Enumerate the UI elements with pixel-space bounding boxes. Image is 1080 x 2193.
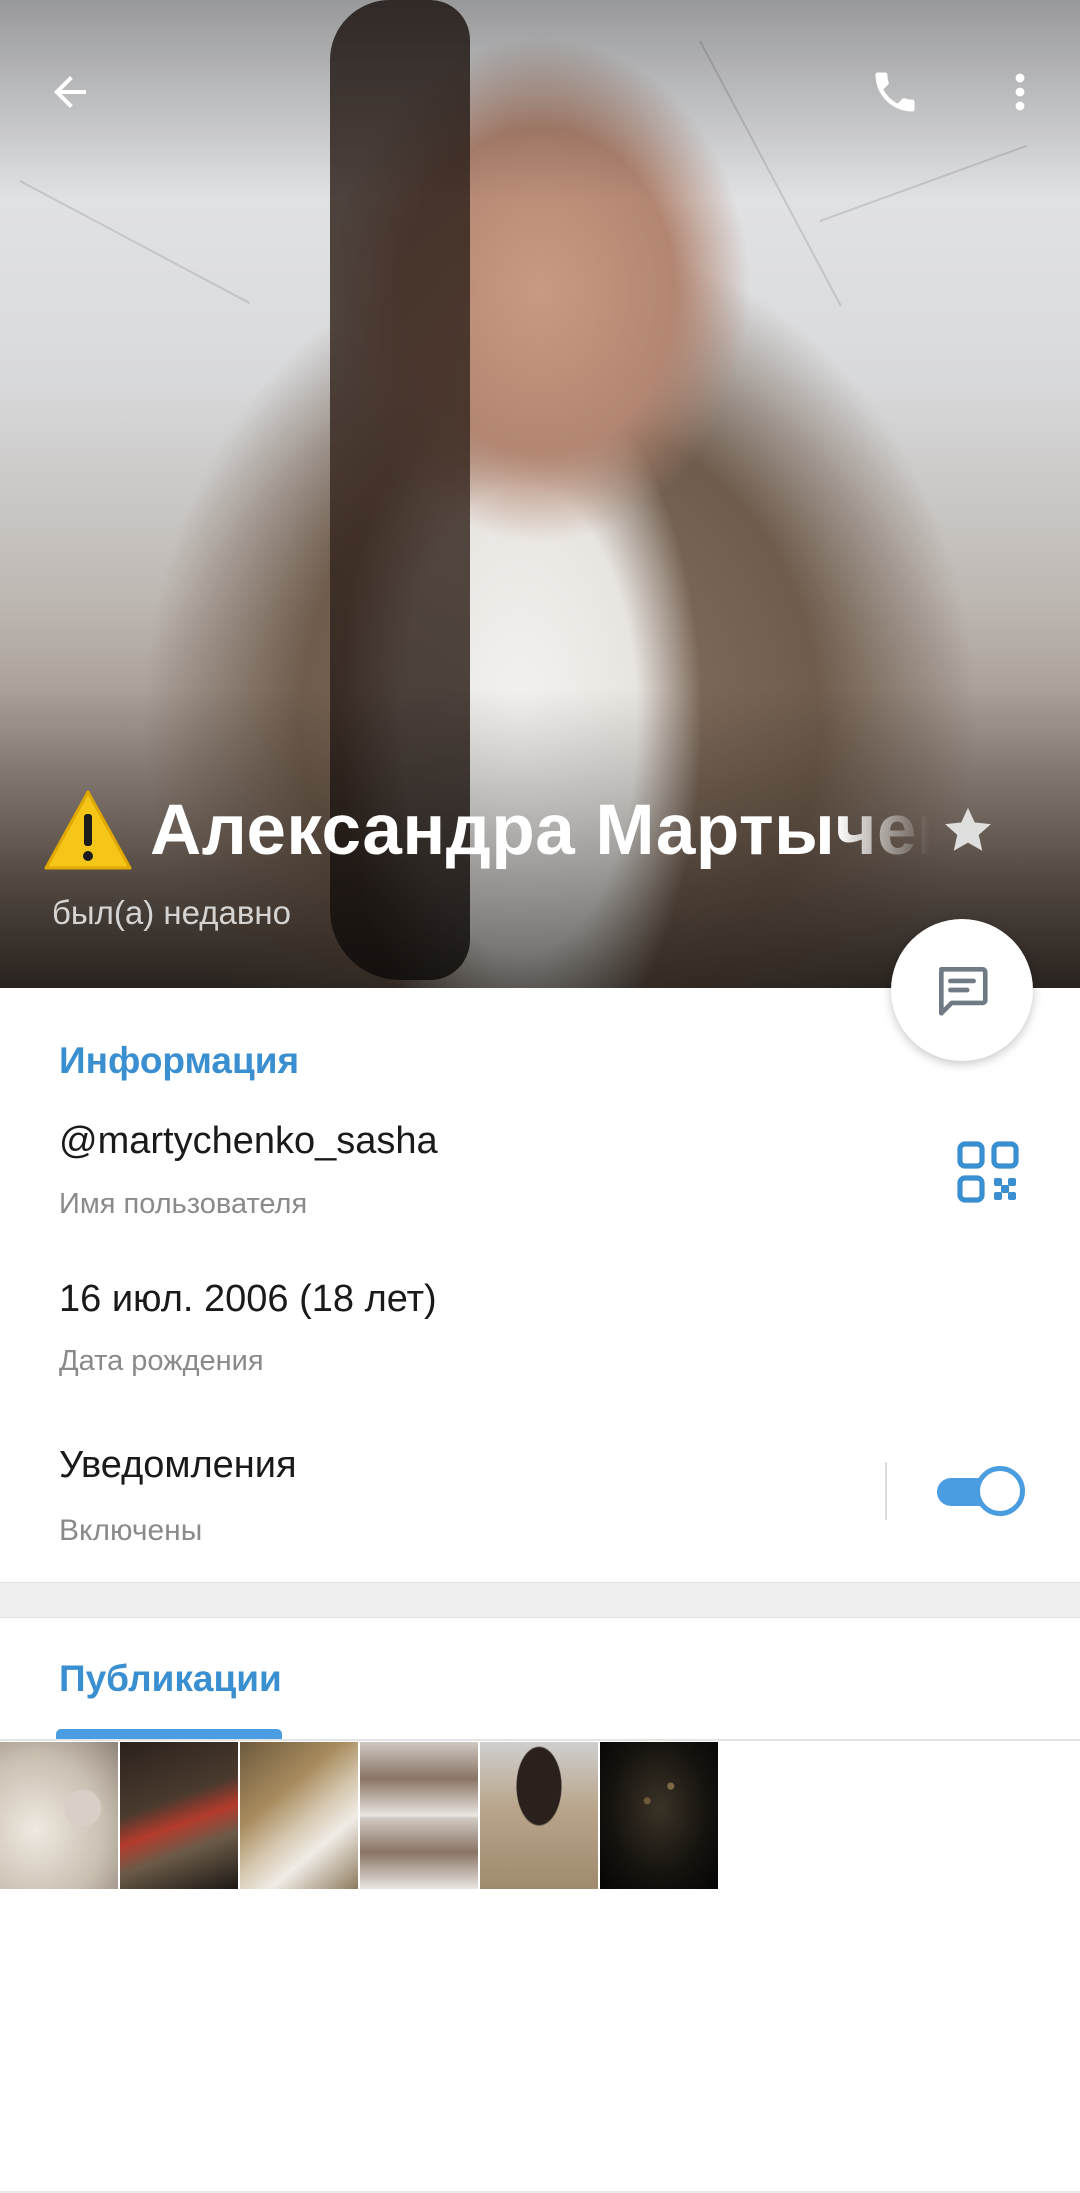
- qr-code-button[interactable]: [956, 1140, 1020, 1204]
- last-seen-status: был(а) недавно: [52, 894, 291, 931]
- tab-indicator: [56, 1729, 282, 1739]
- notifications-label[interactable]: Уведомления: [59, 1444, 297, 1487]
- username-value[interactable]: @martychenko_sasha: [59, 1120, 438, 1163]
- warning-icon: [44, 790, 132, 870]
- username-label: Имя пользователя: [59, 1188, 308, 1220]
- profile-name-row: Александра Мартыченко: [44, 780, 1024, 880]
- publications-grid: [0, 1742, 718, 1889]
- notifications-status: Включены: [59, 1514, 203, 1547]
- publication-thumbnail[interactable]: [0, 1742, 118, 1889]
- section-separator: [0, 1582, 1080, 1618]
- publication-thumbnail[interactable]: [120, 1742, 238, 1889]
- publication-thumbnail[interactable]: [480, 1742, 598, 1889]
- tabs-divider: [0, 1739, 1080, 1741]
- publication-thumbnail[interactable]: [240, 1742, 358, 1889]
- star-icon: [945, 807, 991, 851]
- birthday-label: Дата рождения: [59, 1345, 264, 1377]
- phone-icon: [875, 72, 915, 112]
- message-icon: [939, 967, 988, 1016]
- back-button[interactable]: [30, 52, 110, 132]
- arrow-left-icon: [54, 76, 86, 108]
- call-button[interactable]: [855, 52, 935, 132]
- qr-code-icon: [957, 1141, 1019, 1203]
- message-button[interactable]: [891, 919, 1033, 1061]
- toggle-knob: [975, 1466, 1025, 1516]
- more-button[interactable]: [980, 52, 1060, 132]
- publication-thumbnail[interactable]: [600, 1742, 718, 1889]
- tab-publications[interactable]: Публикации: [59, 1658, 282, 1700]
- more-vertical-icon: [1015, 73, 1025, 111]
- publication-thumbnail[interactable]: [360, 1742, 478, 1889]
- profile-name: Александра Мартыченко: [150, 790, 930, 870]
- notifications-toggle[interactable]: [937, 1466, 1025, 1516]
- birthday-value[interactable]: 16 июл. 2006 (18 лет): [59, 1278, 437, 1321]
- info-section-title: Информация: [59, 1040, 300, 1081]
- notifications-divider: [885, 1462, 887, 1520]
